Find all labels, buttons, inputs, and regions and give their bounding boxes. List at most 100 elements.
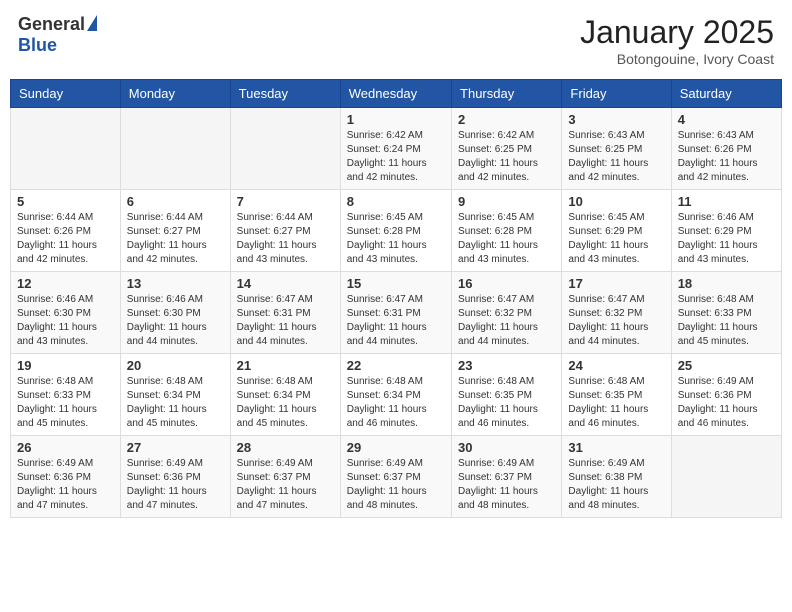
day-number: 7 (237, 194, 334, 209)
day-number: 17 (568, 276, 664, 291)
calendar-cell: 29 Sunrise: 6:49 AM Sunset: 6:37 PM Dayli… (340, 436, 451, 518)
calendar-cell: 16 Sunrise: 6:47 AM Sunset: 6:32 PM Dayli… (452, 272, 562, 354)
day-info: Sunrise: 6:48 AM Sunset: 6:34 PM Dayligh… (127, 375, 224, 431)
calendar-cell: 23 Sunrise: 6:48 AM Sunset: 6:35 PM Dayli… (452, 354, 562, 436)
subtitle: Botongouine, Ivory Coast (580, 51, 774, 67)
day-number: 29 (347, 440, 445, 455)
day-info: Sunrise: 6:45 AM Sunset: 6:29 PM Dayligh… (568, 211, 664, 267)
day-info: Sunrise: 6:49 AM Sunset: 6:37 PM Dayligh… (237, 457, 334, 513)
week-row-1: 1 Sunrise: 6:42 AM Sunset: 6:24 PM Daylig… (11, 108, 782, 190)
day-number: 8 (347, 194, 445, 209)
day-info: Sunrise: 6:47 AM Sunset: 6:31 PM Dayligh… (347, 293, 445, 349)
calendar-cell: 13 Sunrise: 6:46 AM Sunset: 6:30 PM Dayli… (120, 272, 230, 354)
day-number: 5 (17, 194, 114, 209)
day-info: Sunrise: 6:44 AM Sunset: 6:27 PM Dayligh… (237, 211, 334, 267)
week-row-4: 19Sunrise: 6:48 AM Sunset: 6:33 PM Dayli… (11, 354, 782, 436)
day-info: Sunrise: 6:49 AM Sunset: 6:37 PM Dayligh… (347, 457, 445, 513)
calendar: SundayMondayTuesdayWednesdayThursdayFrid… (10, 79, 782, 518)
day-info: Sunrise: 6:48 AM Sunset: 6:35 PM Dayligh… (458, 375, 555, 431)
weekday-tuesday: Tuesday (230, 80, 340, 108)
day-info: Sunrise: 6:46 AM Sunset: 6:30 PM Dayligh… (127, 293, 224, 349)
calendar-cell: 24 Sunrise: 6:48 AM Sunset: 6:35 PM Dayli… (562, 354, 671, 436)
day-number: 11 (678, 194, 775, 209)
day-info: Sunrise: 6:44 AM Sunset: 6:27 PM Dayligh… (127, 211, 224, 267)
logo-general-text: General (18, 14, 85, 35)
week-row-3: 12 Sunrise: 6:46 AM Sunset: 6:30 PM Dayli… (11, 272, 782, 354)
weekday-friday: Friday (562, 80, 671, 108)
day-number: 16 (458, 276, 555, 291)
day-number: 12 (17, 276, 114, 291)
calendar-cell: 19Sunrise: 6:48 AM Sunset: 6:33 PM Dayli… (11, 354, 121, 436)
day-info: Sunrise: 6:49 AM Sunset: 6:36 PM Dayligh… (678, 375, 775, 431)
day-info: Sunrise: 6:49 AM Sunset: 6:36 PM Dayligh… (17, 457, 114, 513)
calendar-cell: 30Sunrise: 6:49 AM Sunset: 6:37 PM Dayli… (452, 436, 562, 518)
calendar-cell: 10 Sunrise: 6:45 AM Sunset: 6:29 PM Dayli… (562, 190, 671, 272)
weekday-header-row: SundayMondayTuesdayWednesdayThursdayFrid… (11, 80, 782, 108)
day-info: Sunrise: 6:46 AM Sunset: 6:30 PM Dayligh… (17, 293, 114, 349)
day-number: 20 (127, 358, 224, 373)
day-number: 24 (568, 358, 664, 373)
day-number: 21 (237, 358, 334, 373)
calendar-cell: 21 Sunrise: 6:48 AM Sunset: 6:34 PM Dayli… (230, 354, 340, 436)
day-info: Sunrise: 6:45 AM Sunset: 6:28 PM Dayligh… (458, 211, 555, 267)
calendar-cell: 4 Sunrise: 6:43 AM Sunset: 6:26 PM Daylig… (671, 108, 781, 190)
day-info: Sunrise: 6:47 AM Sunset: 6:32 PM Dayligh… (568, 293, 664, 349)
day-info: Sunrise: 6:49 AM Sunset: 6:38 PM Dayligh… (568, 457, 664, 513)
day-number: 15 (347, 276, 445, 291)
calendar-cell (11, 108, 121, 190)
day-number: 1 (347, 112, 445, 127)
calendar-cell: 6 Sunrise: 6:44 AM Sunset: 6:27 PM Daylig… (120, 190, 230, 272)
day-number: 4 (678, 112, 775, 127)
day-number: 23 (458, 358, 555, 373)
weekday-saturday: Saturday (671, 80, 781, 108)
day-info: Sunrise: 6:48 AM Sunset: 6:34 PM Dayligh… (237, 375, 334, 431)
day-info: Sunrise: 6:42 AM Sunset: 6:25 PM Dayligh… (458, 129, 555, 185)
day-info: Sunrise: 6:47 AM Sunset: 6:32 PM Dayligh… (458, 293, 555, 349)
week-row-5: 26 Sunrise: 6:49 AM Sunset: 6:36 PM Dayli… (11, 436, 782, 518)
day-info: Sunrise: 6:46 AM Sunset: 6:29 PM Dayligh… (678, 211, 775, 267)
calendar-cell (120, 108, 230, 190)
calendar-cell: 15 Sunrise: 6:47 AM Sunset: 6:31 PM Dayli… (340, 272, 451, 354)
calendar-cell: 2 Sunrise: 6:42 AM Sunset: 6:25 PM Daylig… (452, 108, 562, 190)
day-info: Sunrise: 6:43 AM Sunset: 6:25 PM Dayligh… (568, 129, 664, 185)
day-number: 26 (17, 440, 114, 455)
calendar-cell (671, 436, 781, 518)
day-number: 25 (678, 358, 775, 373)
week-row-2: 5 Sunrise: 6:44 AM Sunset: 6:26 PM Daylig… (11, 190, 782, 272)
day-number: 9 (458, 194, 555, 209)
day-info: Sunrise: 6:44 AM Sunset: 6:26 PM Dayligh… (17, 211, 114, 267)
calendar-cell: 31Sunrise: 6:49 AM Sunset: 6:38 PM Dayli… (562, 436, 671, 518)
logo: General Blue (18, 14, 97, 56)
day-info: Sunrise: 6:42 AM Sunset: 6:24 PM Dayligh… (347, 129, 445, 185)
day-number: 28 (237, 440, 334, 455)
calendar-cell: 28 Sunrise: 6:49 AM Sunset: 6:37 PM Dayli… (230, 436, 340, 518)
calendar-cell: 12 Sunrise: 6:46 AM Sunset: 6:30 PM Dayli… (11, 272, 121, 354)
calendar-cell: 14Sunrise: 6:47 AM Sunset: 6:31 PM Dayli… (230, 272, 340, 354)
main-title: January 2025 (580, 14, 774, 51)
day-info: Sunrise: 6:43 AM Sunset: 6:26 PM Dayligh… (678, 129, 775, 185)
calendar-cell: 17 Sunrise: 6:47 AM Sunset: 6:32 PM Dayli… (562, 272, 671, 354)
day-number: 6 (127, 194, 224, 209)
day-number: 22 (347, 358, 445, 373)
calendar-cell: 7 Sunrise: 6:44 AM Sunset: 6:27 PM Daylig… (230, 190, 340, 272)
day-info: Sunrise: 6:47 AM Sunset: 6:31 PM Dayligh… (237, 293, 334, 349)
calendar-cell: 18Sunrise: 6:48 AM Sunset: 6:33 PM Dayli… (671, 272, 781, 354)
calendar-cell: 25 Sunrise: 6:49 AM Sunset: 6:36 PM Dayli… (671, 354, 781, 436)
day-number: 13 (127, 276, 224, 291)
calendar-cell: 26 Sunrise: 6:49 AM Sunset: 6:36 PM Dayli… (11, 436, 121, 518)
calendar-cell: 8 Sunrise: 6:45 AM Sunset: 6:28 PM Daylig… (340, 190, 451, 272)
calendar-cell (230, 108, 340, 190)
day-number: 2 (458, 112, 555, 127)
day-info: Sunrise: 6:48 AM Sunset: 6:33 PM Dayligh… (678, 293, 775, 349)
day-info: Sunrise: 6:49 AM Sunset: 6:36 PM Dayligh… (127, 457, 224, 513)
day-info: Sunrise: 6:45 AM Sunset: 6:28 PM Dayligh… (347, 211, 445, 267)
day-info: Sunrise: 6:48 AM Sunset: 6:35 PM Dayligh… (568, 375, 664, 431)
calendar-cell: 27Sunrise: 6:49 AM Sunset: 6:36 PM Dayli… (120, 436, 230, 518)
day-info: Sunrise: 6:48 AM Sunset: 6:33 PM Dayligh… (17, 375, 114, 431)
calendar-cell: 5 Sunrise: 6:44 AM Sunset: 6:26 PM Daylig… (11, 190, 121, 272)
calendar-cell: 9 Sunrise: 6:45 AM Sunset: 6:28 PM Daylig… (452, 190, 562, 272)
calendar-cell: 20 Sunrise: 6:48 AM Sunset: 6:34 PM Dayli… (120, 354, 230, 436)
weekday-thursday: Thursday (452, 80, 562, 108)
calendar-cell: 11 Sunrise: 6:46 AM Sunset: 6:29 PM Dayli… (671, 190, 781, 272)
day-number: 10 (568, 194, 664, 209)
